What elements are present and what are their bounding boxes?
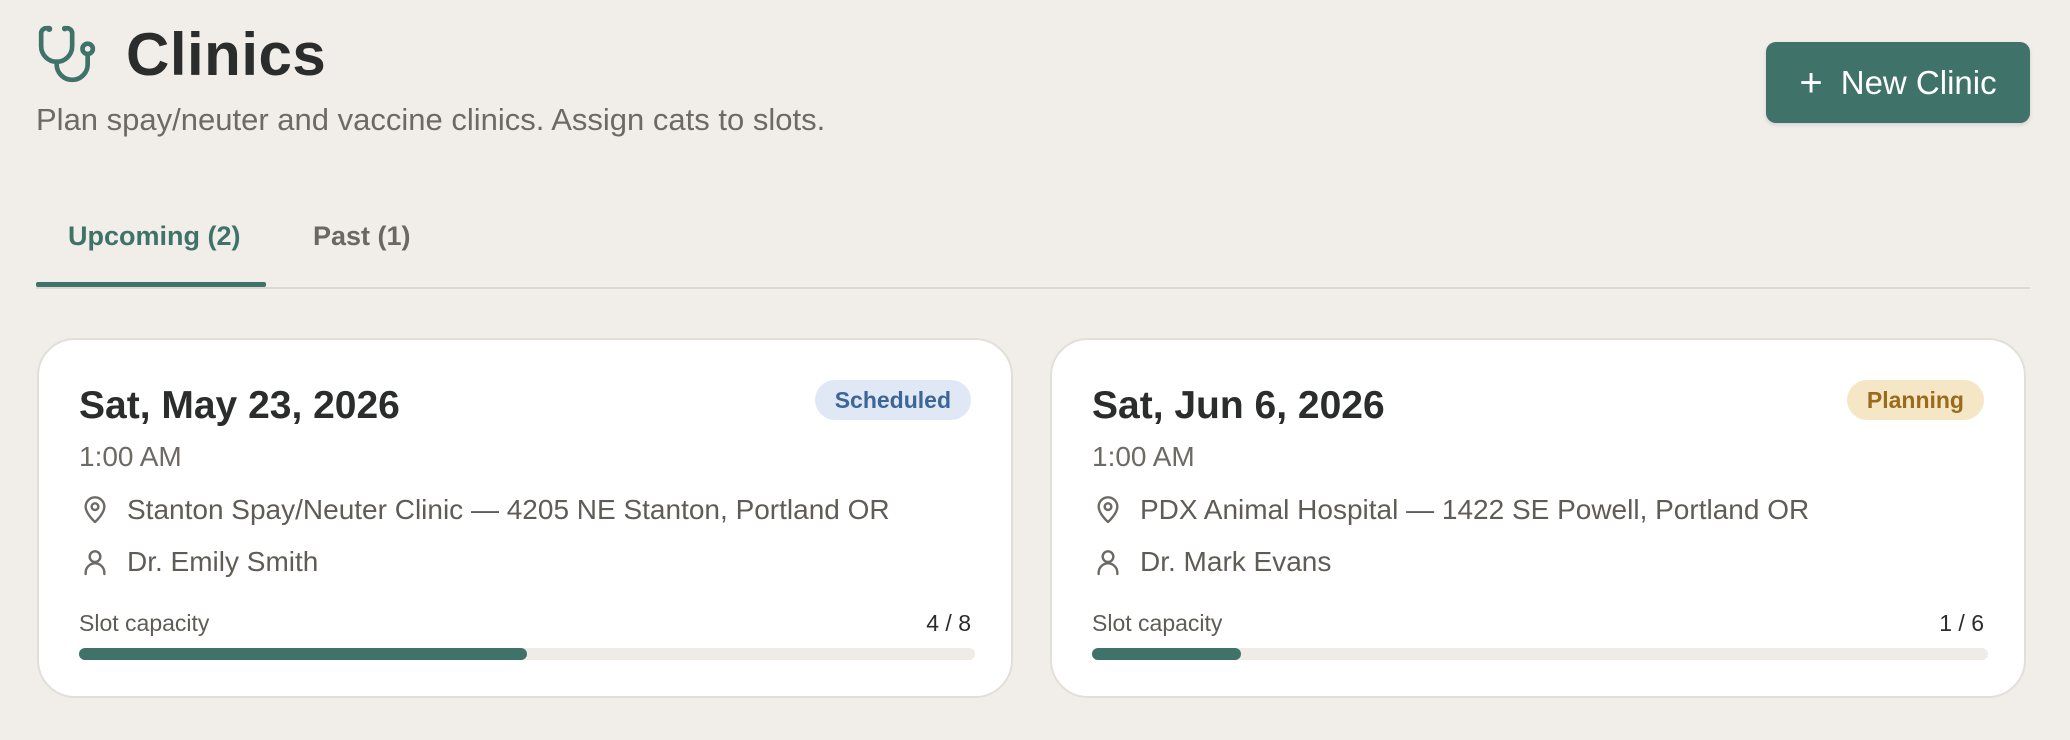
clinic-time: 1:00 AM [79,441,182,472]
new-clinic-button-label: New Clinic [1840,63,1997,101]
clinic-time: 1:00 AM [1092,441,1195,472]
capacity-bar [1092,648,1988,660]
clinic-tabs: Upcoming (2) Past (1) [36,205,2030,289]
clinic-vet-text: Dr. Mark Evans [1140,546,1332,577]
clinic-date: Sat, Jun 6, 2026 [1092,384,1385,427]
page-title: Clinics [126,20,327,88]
clinic-vet: Dr. Emily Smith [79,546,318,578]
status-badge: Planning [1846,380,1984,420]
user-icon [1097,550,1119,576]
capacity-bar-fill [79,648,527,660]
clinic-card[interactable]: Sat, Jun 6, 2026 Planning 1:00 AM PDX An… [1050,338,2026,698]
page-header: Clinics Plan spay/neuter and vaccine cli… [36,18,825,138]
new-clinic-button[interactable]: + New Clinic [1766,42,2030,123]
user-icon [84,550,106,576]
clinic-location-text: Stanton Spay/Neuter Clinic — 4205 NE Sta… [127,494,890,525]
map-pin-icon [1097,496,1119,524]
clinic-location-text: PDX Animal Hospital — 1422 SE Powell, Po… [1140,494,1810,525]
plus-icon: + [1799,60,1823,105]
capacity-label: Slot capacity [1092,610,1223,636]
capacity-count: 1 / 6 [1939,610,1984,636]
stethoscope-icon [38,25,96,83]
tab-past[interactable]: Past (1) [313,221,411,252]
status-badge: Scheduled [814,380,971,420]
map-pin-icon [84,496,106,524]
clinic-card[interactable]: Sat, May 23, 2026 Scheduled 1:00 AM Stan… [37,338,1013,698]
clinic-location: Stanton Spay/Neuter Clinic — 4205 NE Sta… [79,494,890,526]
clinic-date: Sat, May 23, 2026 [79,384,400,427]
capacity-bar-fill [1092,648,1242,660]
clinic-vet: Dr. Mark Evans [1092,546,1331,578]
active-tab-indicator [36,282,266,287]
title-row: Clinics [36,18,825,90]
capacity-bar [79,648,975,660]
page-subtitle: Plan spay/neuter and vaccine clinics. As… [36,102,826,137]
clinic-location: PDX Animal Hospital — 1422 SE Powell, Po… [1092,494,1809,526]
capacity-count: 4 / 8 [926,610,971,636]
tab-upcoming[interactable]: Upcoming (2) [68,221,241,252]
capacity-label: Slot capacity [79,610,210,636]
clinic-vet-text: Dr. Emily Smith [127,546,319,577]
